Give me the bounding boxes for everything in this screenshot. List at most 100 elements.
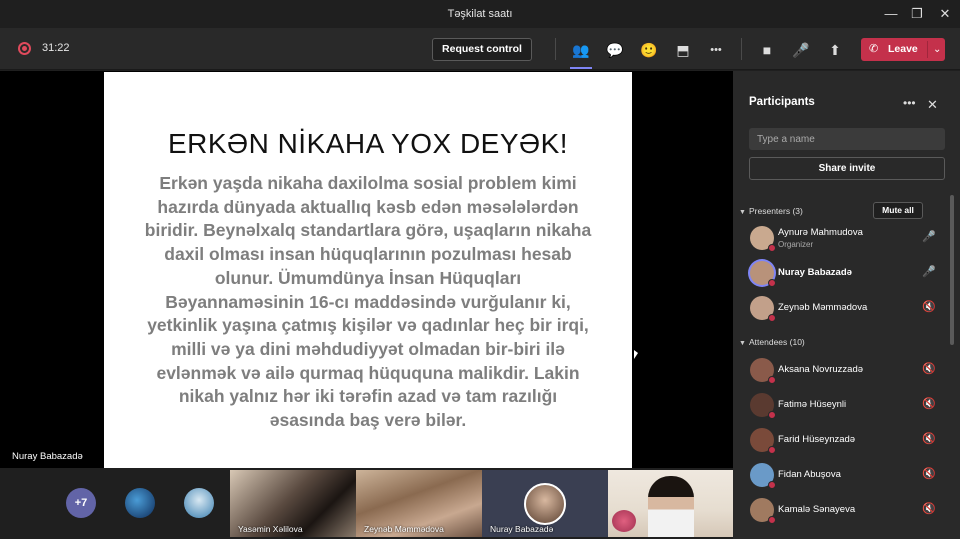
presentation-slide: ERKƏN NİKAHA YOX DEYƏK! Erkən yaşda nika…: [104, 72, 632, 468]
participant-name: Aksana Novruzzadə: [778, 364, 864, 375]
video-tile-name: Nuray Babazadə: [490, 524, 554, 534]
meeting-timer: 31:22: [42, 42, 70, 54]
window-title: Təşkilat saatı: [447, 8, 513, 20]
avatar: [750, 358, 776, 384]
more-actions-icon[interactable]: •••: [706, 40, 726, 60]
participant-avatar[interactable]: [125, 488, 155, 518]
avatar: [524, 483, 566, 525]
slide-title: ERKƏN NİKAHA YOX DEYƏK!: [167, 128, 569, 159]
participants-panel: Participants ••• ✕ Share invite ▼Present…: [733, 71, 960, 539]
maximize-icon[interactable]: ❐: [906, 4, 928, 24]
attendees-label: Attendees (10): [749, 337, 805, 347]
slide-line: Erkən yaşda nikaha daxilolma sosial prob…: [159, 173, 577, 193]
chat-icon[interactable]: 💬: [605, 40, 625, 60]
avatar: [750, 428, 776, 454]
video-tile[interactable]: Yasəmin Xəlilova: [230, 470, 356, 537]
slide-line: yetkinlik yaşına çatmış kişilər və qadın…: [147, 315, 589, 336]
phone-hangup-icon: ✆: [869, 43, 879, 55]
leave-label: Leave: [888, 43, 918, 55]
participant-row[interactable]: Zeynəb Məmmədova 🔇: [733, 291, 948, 326]
participant-name: Fatimə Hüseynli: [778, 399, 847, 410]
minimize-icon[interactable]: —: [880, 4, 902, 24]
participant-name: Farid Hüseynzadə: [778, 434, 856, 445]
microphone-icon[interactable]: 🎤: [791, 40, 811, 60]
more-participants-badge[interactable]: +7: [66, 488, 96, 518]
panel-more-icon[interactable]: •••: [903, 96, 916, 110]
slide-line: olunur. Ümumdünya İnsan Hüquqları: [214, 267, 522, 288]
video-tile[interactable]: Nuray Babazadə: [482, 470, 608, 537]
mouse-cursor-icon: [634, 350, 638, 359]
mic-off-icon: 🔇: [922, 433, 936, 445]
avatar: [750, 296, 776, 322]
slide-line: milli və ya dini məhdudiyyət olmadan bir…: [171, 338, 565, 359]
participant-name: Kamalə Sənayeva: [778, 504, 856, 515]
avatar: [750, 498, 776, 524]
participant-role: Organizer: [778, 240, 814, 249]
participant-avatar[interactable]: [184, 488, 214, 518]
presenters-label: Presenters (3): [749, 206, 803, 216]
panel-scrollbar[interactable]: [950, 195, 954, 345]
participant-row[interactable]: Aynurə Mahmudova Organizer 🎤: [733, 221, 948, 256]
slide-line: evlənmək və ailə qurmaq hüququna malikdi…: [156, 362, 580, 383]
toolbar-divider: [741, 38, 742, 60]
status-badge: [768, 244, 776, 252]
avatar: [750, 261, 776, 287]
microphone-icon: 🎤: [922, 266, 936, 278]
avatar: [750, 226, 776, 252]
mute-all-button[interactable]: Mute all: [873, 202, 923, 219]
mic-off-icon: 🔇: [922, 468, 936, 480]
toolbar-divider: [555, 38, 556, 60]
request-control-button[interactable]: Request control: [432, 38, 532, 61]
slide-line: daxil olması insan hüquqlarının pozulmas…: [164, 244, 572, 265]
microphone-icon: 🎤: [922, 231, 936, 243]
participant-video: [648, 476, 694, 537]
mic-off-icon: 🔇: [922, 398, 936, 410]
participant-name: Fidan Abuşova: [778, 469, 841, 480]
slide-body: Erkən yaşda nikaha daxilolma sosial prob…: [118, 172, 618, 433]
participant-row[interactable]: Nuray Babazadə 🎤: [733, 256, 948, 291]
chevron-down-icon: ▼: [739, 340, 746, 347]
people-icon[interactable]: 👥: [571, 40, 591, 60]
close-window-icon[interactable]: ✕: [934, 4, 956, 24]
panel-close-icon[interactable]: ✕: [927, 97, 938, 113]
meeting-toolbar: 31:22 Request control 👥 💬 🙂 ⬒ ••• ■ 🎤 ⬆ …: [0, 28, 960, 70]
slide-line: əsasında baş verə bilər.: [269, 410, 467, 431]
title-bar: Təşkilat saatı — ❐ ✕: [0, 0, 960, 28]
video-tile[interactable]: Zeynəb Məmmədova: [356, 470, 482, 537]
slide-line: hazırda dünyada aktuallıq kəsb edən məsə…: [157, 196, 579, 217]
video-tile[interactable]: [608, 470, 734, 537]
slide-line: nikah yalnız hər iki tərəfin azad və tam…: [178, 386, 558, 407]
participant-row[interactable]: Fatimə Hüseynli 🔇: [733, 388, 948, 423]
status-badge: [768, 446, 776, 454]
attendees-section-header[interactable]: ▼ Attendees (10): [739, 337, 805, 347]
search-participants-input[interactable]: [749, 128, 945, 150]
video-tile-name: Yasəmin Xəlilova: [238, 524, 303, 534]
mic-off-icon: 🔇: [922, 363, 936, 375]
reactions-icon[interactable]: 🙂: [639, 40, 659, 60]
flower-decoration: [612, 510, 636, 532]
avatar: [750, 463, 776, 489]
participant-row[interactable]: Kamalə Sənayeva 🔇: [733, 493, 948, 528]
leave-button[interactable]: ✆ Leave ⌄: [861, 38, 945, 61]
status-badge: [768, 481, 776, 489]
participant-row[interactable]: Aksana Novruzzadə 🔇: [733, 353, 948, 388]
shared-screen-stage: ERKƏN NİKAHA YOX DEYƏK! Erkən yaşda nika…: [0, 71, 733, 468]
share-screen-icon[interactable]: ⬆: [825, 40, 845, 60]
avatar: [750, 393, 776, 419]
video-gallery: +7 Yasəmin Xəlilova Zeynəb Məmmədova Nur…: [0, 468, 734, 539]
status-badge: [768, 516, 776, 524]
recording-icon: [18, 42, 31, 55]
participant-row[interactable]: Fidan Abuşova 🔇: [733, 458, 948, 493]
share-invite-button[interactable]: Share invite: [749, 157, 945, 180]
breakout-rooms-icon[interactable]: ⬒: [673, 40, 693, 60]
status-badge: [768, 279, 776, 287]
leave-options-chevron-icon[interactable]: ⌄: [927, 41, 941, 58]
status-badge: [768, 314, 776, 322]
participant-name: Zeynəb Məmmədova: [778, 302, 868, 313]
participant-row[interactable]: Farid Hüseynzadə 🔇: [733, 423, 948, 458]
camera-icon[interactable]: ■: [757, 40, 777, 60]
share-invite-label: Share invite: [818, 163, 876, 174]
presenters-section-header[interactable]: ▼ Presenters (3): [739, 206, 803, 216]
chevron-down-icon: ▼: [739, 209, 746, 216]
presenter-name-label: Nuray Babazadə: [12, 451, 83, 462]
